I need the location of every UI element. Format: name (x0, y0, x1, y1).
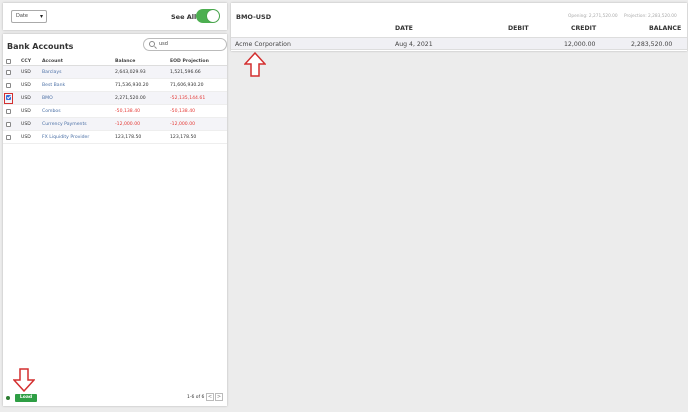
table-row[interactable]: USD Barclays 2,643,029.93 1,521,596.66 (3, 66, 227, 79)
row-account-link[interactable]: Barclays (42, 70, 61, 75)
filter-panel: Date ▾ See All: (3, 3, 227, 30)
transaction-row[interactable]: Acme Corporation Aug 4, 2021 12,000.00 2… (231, 37, 687, 50)
annotation-arrow-load (13, 368, 35, 392)
projection-balance: Projection: 2,283,520.00 (624, 14, 677, 19)
date-select[interactable]: Date ▾ (11, 10, 47, 23)
row-balance: 71,536,930.20 (115, 83, 149, 88)
see-all-label: See All: (171, 13, 199, 21)
row-checkbox[interactable] (6, 109, 11, 116)
row-eod-projection: 123,178.50 (170, 135, 197, 140)
see-all-toggle[interactable] (196, 9, 220, 23)
table-header: CCY Account Balance EOD Projection (3, 56, 227, 66)
table-row[interactable]: USD Currency Payments -12,000.00 -12,000.00 (3, 118, 227, 131)
header-ccy: CCY (21, 59, 32, 64)
row-ccy: USD (21, 96, 31, 101)
row-account-link[interactable]: FX Liquidity Provider (42, 135, 89, 140)
row-checkbox[interactable] (6, 70, 11, 77)
date-select-value: Date (16, 13, 28, 19)
row-ccy: USD (21, 83, 31, 88)
prev-page-button[interactable]: < (206, 393, 214, 401)
search-icon (149, 41, 155, 47)
table-row[interactable]: USD FX Liquidity Provider 123,178.50 123,17… (3, 131, 227, 144)
row-ccy: USD (21, 122, 31, 127)
row-eod-projection: 71,606,930.20 (170, 83, 204, 88)
search-input[interactable]: usd (143, 38, 227, 51)
row-eod-projection: -12,000.00 (170, 122, 196, 127)
row-checkbox[interactable] (6, 135, 11, 142)
detail-title: BMO-USD (236, 13, 272, 21)
row-account-link[interactable]: Currency Payments (42, 122, 87, 127)
table-row[interactable]: USD Combos -50,138.40 -50,138.40 (3, 105, 227, 118)
annotation-arrow-acme (244, 52, 266, 77)
account-detail-panel: BMO-USD Opening: 2,271,520.00 Projection… (231, 3, 687, 51)
row-ccy: USD (21, 70, 31, 75)
row-account-link[interactable]: Best Bank (42, 83, 65, 88)
row-account-link[interactable]: BMO (42, 96, 53, 101)
table-row[interactable]: USD Best Bank 71,536,930.20 71,606,930.20 (3, 79, 227, 92)
next-page-button[interactable]: > (215, 393, 223, 401)
table-row[interactable]: USD BMO 2,271,520.00 -52,135,144.61 (3, 92, 227, 105)
row-checkbox[interactable] (4, 93, 13, 104)
accounts-table: CCY Account Balance EOD Projection USD Ba… (3, 56, 227, 144)
transaction-balance: 2,283,520.00 (631, 41, 673, 48)
row-eod-projection: -52,135,144.61 (170, 96, 206, 101)
header-credit: CREDIT (571, 25, 597, 32)
row-eod-projection: 1,521,596.66 (170, 70, 201, 75)
header-balance: BALANCE (649, 25, 682, 32)
header-account: Account (42, 59, 63, 64)
header-date: DATE (395, 25, 413, 32)
header-debit: DEBIT (508, 25, 529, 32)
panel-title: Bank Accounts (7, 42, 74, 51)
bank-accounts-panel: Bank Accounts usd CCY Account Balance EO… (3, 34, 227, 406)
row-checkbox[interactable] (6, 122, 11, 129)
status-indicator (6, 396, 10, 400)
opening-balance: Opening: 2,271,520.00 (568, 14, 618, 19)
row-balance: -50,138.40 (115, 109, 141, 114)
transaction-name: Acme Corporation (235, 41, 291, 48)
row-checkbox[interactable] (6, 83, 11, 90)
search-value: usd (159, 41, 168, 47)
transaction-credit: 12,000.00 (564, 41, 596, 48)
row-balance: 2,271,520.00 (115, 96, 146, 101)
load-button[interactable]: Load (15, 394, 37, 402)
chevron-down-icon: ▾ (39, 13, 43, 20)
select-all-checkbox[interactable] (6, 59, 11, 66)
row-eod-projection: -50,138.40 (170, 109, 196, 114)
row-ccy: USD (21, 109, 31, 114)
row-balance: -12,000.00 (115, 122, 141, 127)
row-account-link[interactable]: Combos (42, 109, 61, 114)
row-balance: 2,643,029.93 (115, 70, 146, 75)
row-balance: 123,178.50 (115, 135, 142, 140)
pagination-text: 1-6 of 6 (187, 395, 205, 400)
header-balance: Balance (115, 59, 136, 64)
row-ccy: USD (21, 135, 31, 140)
header-eod-projection: EOD Projection (170, 59, 209, 64)
toggle-knob (207, 10, 219, 22)
transaction-date: Aug 4, 2021 (395, 41, 433, 48)
